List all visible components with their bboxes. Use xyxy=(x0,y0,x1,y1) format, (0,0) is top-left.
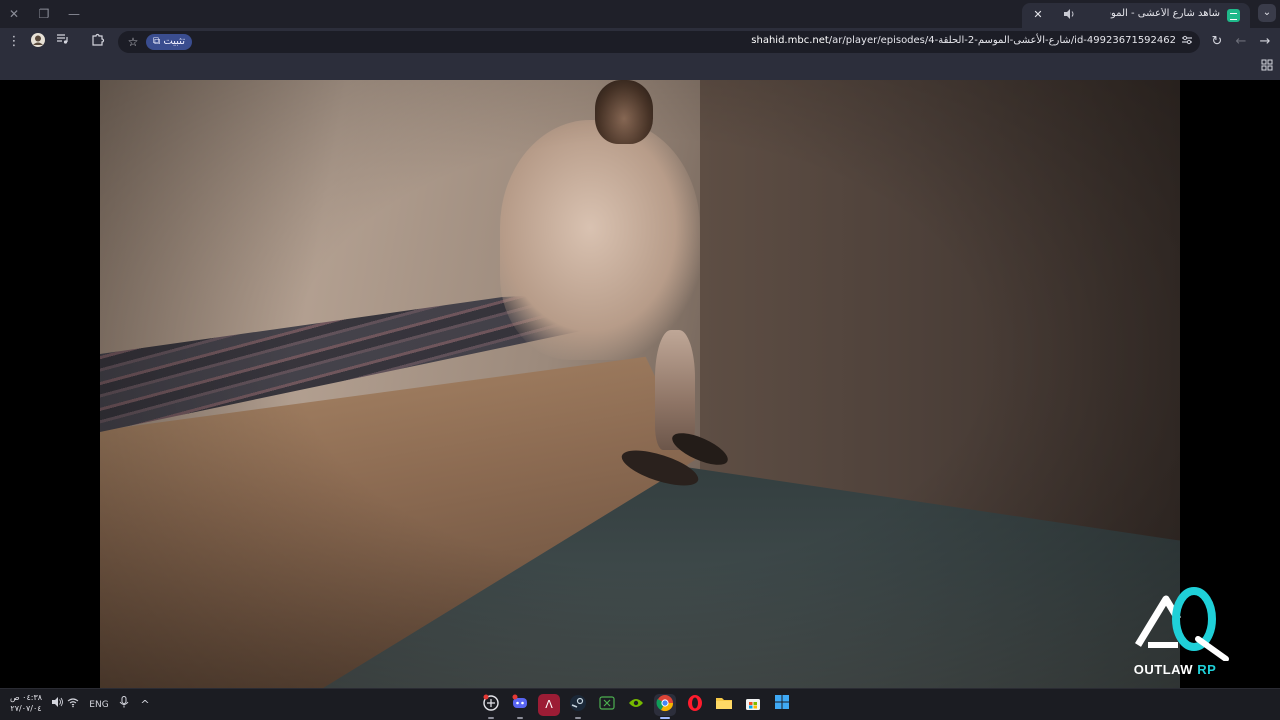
app-running-indicator xyxy=(517,717,523,719)
reload-icon[interactable]: ↻ xyxy=(1207,32,1227,52)
menu-kebab-icon[interactable]: ⋮ xyxy=(4,32,24,52)
forward-arrow-icon[interactable]: → xyxy=(1255,32,1275,52)
clock-date: ٢٧/٠٧/٠٤ xyxy=(10,704,42,713)
tab-strip: ✕ ❐ — + شاهد شارع الأعشى - الموسم ✕ ⌄ xyxy=(0,0,1280,28)
chrome-icon[interactable] xyxy=(654,694,676,719)
app-running-indicator xyxy=(488,717,494,719)
url-path: /ar/player/episodes/4-شارع-الأعشى-الموسم… xyxy=(828,35,1176,46)
discord-icon[interactable] xyxy=(509,694,531,719)
outlaw-rp-logo-icon xyxy=(1135,587,1229,661)
microsoft-store-icon[interactable] xyxy=(742,694,764,716)
taskbar-apps: Λ xyxy=(480,692,800,719)
system-clock[interactable]: ٠٤:٣٨ ص ٢٧/٠٧/٠٤ xyxy=(8,692,44,714)
page-viewport: OUTLAW RP xyxy=(0,80,1280,688)
window-minimize-icon[interactable]: — xyxy=(64,4,84,24)
autodesk-icon[interactable]: Λ xyxy=(538,694,560,716)
browser-toolbar: ⋮ ☆ تثبيت ⧉ shahid.mbc.net/ar/player/epi… xyxy=(0,28,1280,56)
site-info-icon[interactable] xyxy=(1179,34,1195,50)
app-active-indicator xyxy=(660,717,670,719)
watermark-brand: OUTLAW xyxy=(1133,662,1194,677)
active-tab[interactable]: شاهد شارع الأعشى - الموسم ✕ xyxy=(1022,3,1250,28)
bookmark-star-icon[interactable]: ☆ xyxy=(124,33,142,51)
shahid-favicon-icon xyxy=(1227,9,1240,22)
clock-time: ٠٤:٣٨ ص xyxy=(9,693,43,702)
xbox-icon[interactable] xyxy=(596,694,618,716)
microphone-icon[interactable] xyxy=(117,696,131,714)
tab-close-button[interactable]: ✕ xyxy=(1030,7,1046,23)
input-language[interactable]: ENG xyxy=(86,696,112,714)
install-label: تثبيت xyxy=(163,36,185,47)
nvidia-icon[interactable] xyxy=(625,694,647,716)
bookmarks-bar xyxy=(0,56,1280,80)
app-running-indicator xyxy=(575,717,581,719)
watermark-suffix: RP xyxy=(1193,662,1217,677)
media-controls-icon[interactable] xyxy=(52,32,72,52)
tab-search-button[interactable]: ⌄ xyxy=(1258,4,1276,22)
apps-grid-icon[interactable] xyxy=(1257,58,1277,78)
install-icon: ⧉ xyxy=(153,36,161,47)
outlaw-rp-watermark: OUTLAW RP xyxy=(1128,585,1238,683)
speaker-icon[interactable] xyxy=(1062,8,1076,22)
install-app-button[interactable]: تثبيت ⧉ xyxy=(146,34,192,50)
windows-taskbar: ٠٤:٣٨ ص ٢٧/٠٧/٠٤ ENG ^ Λ xyxy=(0,688,1280,720)
file-explorer-icon[interactable] xyxy=(713,694,735,716)
url-text[interactable]: shahid.mbc.net/ar/player/episodes/4-شارع… xyxy=(676,35,1176,46)
back-arrow-icon[interactable]: ← xyxy=(1231,32,1251,52)
window-close-icon[interactable]: ✕ xyxy=(4,4,24,24)
address-bar[interactable]: ☆ تثبيت ⧉ shahid.mbc.net/ar/player/episo… xyxy=(118,31,1200,53)
video-frame-vignette xyxy=(100,80,1180,688)
windows-start-icon[interactable] xyxy=(771,694,793,716)
url-host: shahid.mbc.net xyxy=(751,35,829,46)
tray-overflow-chevron-icon[interactable]: ^ xyxy=(138,696,152,714)
wifi-icon[interactable] xyxy=(66,696,80,714)
watermark-text: OUTLAW RP xyxy=(1128,662,1222,677)
chatgpt-icon[interactable] xyxy=(480,694,502,719)
profile-avatar[interactable] xyxy=(28,32,48,52)
steam-icon[interactable] xyxy=(567,694,589,719)
video-player[interactable] xyxy=(100,80,1180,688)
opera-icon[interactable] xyxy=(684,694,706,716)
volume-icon[interactable] xyxy=(50,696,64,714)
tab-title: شاهد شارع الأعشى - الموسم xyxy=(1110,8,1220,19)
extensions-puzzle-icon[interactable] xyxy=(88,32,108,52)
window-restore-icon[interactable]: ❐ xyxy=(34,4,54,24)
